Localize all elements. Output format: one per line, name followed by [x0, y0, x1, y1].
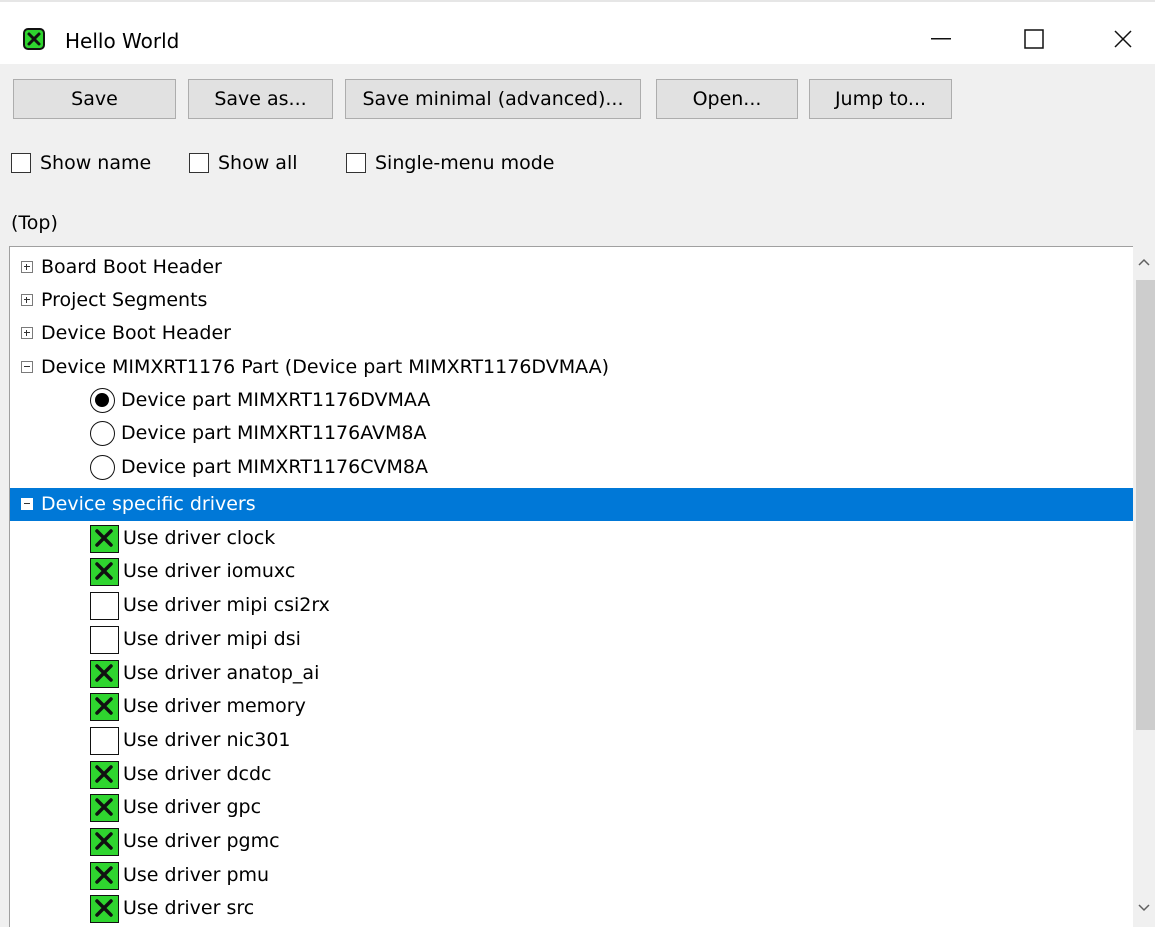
driver-item[interactable]: Use driver memory — [10, 690, 1133, 723]
vertical-scrollbar[interactable] — [1133, 246, 1155, 926]
app-green-x-icon — [23, 28, 45, 50]
driver-checkbox-checked[interactable] — [90, 558, 119, 586]
driver-checkbox-checked[interactable] — [90, 525, 119, 553]
minimize-icon — [931, 38, 951, 40]
part-option[interactable]: Device part MIMXRT1176CVM8A — [10, 451, 1133, 484]
green-x-icon — [95, 664, 113, 682]
tree-node-board-boot-header[interactable]: Board Boot Header — [10, 251, 1133, 284]
green-x-icon — [95, 899, 113, 917]
driver-checkbox-checked[interactable] — [90, 761, 119, 789]
chevron-up-icon — [1138, 258, 1150, 266]
close-icon — [1114, 30, 1132, 48]
maximize-icon — [1024, 29, 1044, 49]
tree-node-project-segments[interactable]: Project Segments — [10, 284, 1133, 317]
show-all-label: Show all — [218, 152, 298, 174]
single-menu-checkbox[interactable] — [346, 153, 366, 173]
config-tree[interactable]: Board Boot Header Project Segments Devic… — [9, 246, 1133, 927]
tree-node-device-part[interactable]: Device MIMXRT1176 Part (Device part MIMX… — [10, 351, 1133, 384]
show-name-label: Show name — [40, 152, 152, 174]
collapse-icon[interactable] — [21, 498, 33, 510]
radio-unselected[interactable] — [90, 455, 115, 480]
open-button[interactable]: Open... — [656, 79, 798, 119]
expand-icon[interactable] — [21, 261, 33, 273]
show-name-option[interactable]: Show name — [11, 148, 151, 178]
driver-item[interactable]: Use driver iomuxc — [10, 555, 1133, 588]
driver-checkbox-checked[interactable] — [90, 660, 119, 688]
driver-checkbox-checked[interactable] — [90, 828, 119, 856]
single-menu-label: Single-menu mode — [375, 152, 555, 174]
driver-checkbox-unchecked[interactable] — [90, 592, 119, 620]
expand-icon[interactable] — [21, 294, 33, 306]
show-all-checkbox[interactable] — [189, 153, 209, 173]
driver-item[interactable]: Use driver pgmc — [10, 825, 1133, 858]
window-title: Hello World — [65, 29, 180, 53]
show-name-checkbox[interactable] — [11, 153, 31, 173]
save-as-button[interactable]: Save as... — [188, 79, 333, 119]
green-x-icon — [95, 866, 113, 884]
breadcrumb: (Top) — [11, 212, 58, 234]
maximize-button[interactable] — [1003, 12, 1065, 66]
driver-checkbox-unchecked[interactable] — [90, 626, 119, 654]
expand-icon[interactable] — [21, 327, 33, 339]
green-x-icon — [95, 798, 113, 816]
driver-checkbox-checked[interactable] — [90, 794, 119, 822]
jump-to-button[interactable]: Jump to... — [809, 79, 952, 119]
driver-item[interactable]: Use driver clock — [10, 522, 1133, 555]
show-all-option[interactable]: Show all — [189, 148, 298, 178]
save-minimal-button[interactable]: Save minimal (advanced)... — [345, 79, 641, 119]
driver-checkbox-unchecked[interactable] — [90, 727, 119, 755]
scrollbar-thumb[interactable] — [1136, 280, 1155, 730]
driver-item[interactable]: Use driver pmu — [10, 859, 1133, 892]
green-x-icon — [95, 697, 113, 715]
scroll-up-button[interactable] — [1133, 246, 1155, 280]
driver-item[interactable]: Use driver gpc — [10, 791, 1133, 824]
part-option[interactable]: Device part MIMXRT1176DVMAA — [10, 384, 1133, 417]
driver-item[interactable]: Use driver src — [10, 892, 1133, 925]
part-option[interactable]: Device part MIMXRT1176AVM8A — [10, 417, 1133, 450]
title-bar: Hello World — [0, 2, 1155, 64]
scroll-down-button[interactable] — [1133, 892, 1155, 926]
green-x-icon — [95, 765, 113, 783]
tree-node-device-boot-header[interactable]: Device Boot Header — [10, 317, 1133, 350]
save-button[interactable]: Save — [13, 79, 176, 119]
driver-checkbox-checked[interactable] — [90, 862, 119, 890]
single-menu-option[interactable]: Single-menu mode — [346, 148, 554, 178]
close-button[interactable] — [1092, 12, 1154, 66]
tree-node-device-specific-drivers[interactable]: Device specific drivers — [10, 488, 1133, 521]
chevron-down-icon — [1138, 904, 1150, 912]
radio-selected[interactable] — [90, 388, 115, 413]
minimize-button[interactable] — [910, 12, 972, 66]
green-x-icon — [95, 562, 113, 580]
green-x-icon — [95, 832, 113, 850]
green-x-icon — [95, 529, 113, 547]
driver-item[interactable]: Use driver mipi dsi — [10, 623, 1133, 656]
driver-item[interactable]: Use driver dcdc — [10, 758, 1133, 791]
driver-item[interactable]: Use driver mipi csi2rx — [10, 589, 1133, 622]
collapse-icon[interactable] — [21, 361, 33, 373]
driver-item[interactable]: Use driver nic301 — [10, 724, 1133, 757]
radio-unselected[interactable] — [90, 421, 115, 446]
driver-item[interactable]: Use driver anatop_ai — [10, 657, 1133, 690]
driver-checkbox-checked[interactable] — [90, 895, 119, 923]
driver-checkbox-checked[interactable] — [90, 693, 119, 721]
